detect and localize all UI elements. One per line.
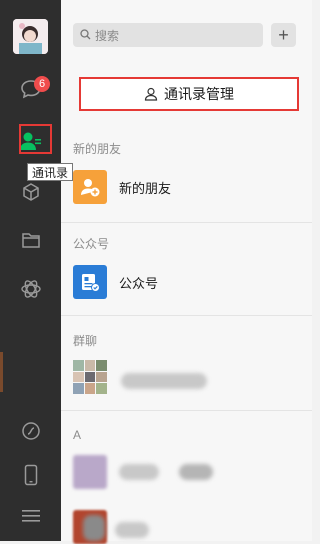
group-chat-item[interactable] — [73, 360, 107, 394]
rail-edge-marker — [0, 352, 3, 392]
official-accounts-item[interactable]: 公众号 — [73, 265, 158, 299]
official-account-icon — [73, 265, 107, 299]
contacts-manage-button[interactable]: 通讯录管理 — [79, 77, 299, 111]
contact-item[interactable] — [73, 455, 107, 489]
phone-icon[interactable] — [14, 458, 48, 492]
menu-icon[interactable] — [14, 499, 48, 533]
folder-icon[interactable] — [14, 223, 48, 257]
mini-programs-icon[interactable] — [14, 272, 48, 306]
user-avatar[interactable] — [13, 19, 48, 54]
divider — [61, 315, 312, 316]
contact-avatar — [73, 455, 107, 489]
contacts-panel: 搜索 + 通讯录管理 新的朋友 新的朋友 公众号 公众号 群聊 A — [61, 0, 312, 544]
blurred-group-name — [121, 373, 207, 389]
section-title-new-friends: 新的朋友 — [73, 142, 122, 156]
add-friend-icon — [73, 170, 107, 204]
person-outline-icon — [144, 87, 158, 101]
search-box[interactable]: 搜索 — [73, 23, 263, 47]
divider — [61, 410, 312, 411]
channels-icon[interactable] — [14, 414, 48, 448]
divider — [61, 222, 312, 223]
contacts-manage-label: 通讯录管理 — [164, 86, 234, 102]
blurred-contact-avatar-overlay — [83, 515, 105, 541]
section-title-group-chats: 群聊 — [73, 334, 98, 348]
search-placeholder: 搜索 — [95, 29, 120, 43]
blurred-contact-name — [115, 522, 149, 538]
contacts-highlight-box — [19, 124, 52, 154]
contacts-tooltip: 通讯录 — [27, 163, 73, 181]
group-avatar — [73, 360, 107, 394]
official-accounts-label: 公众号 — [119, 275, 159, 291]
add-button[interactable]: + — [271, 23, 296, 47]
unread-badge: 6 — [34, 76, 50, 92]
section-title-official-accounts: 公众号 — [73, 237, 110, 251]
search-icon — [80, 29, 91, 40]
new-friends-label: 新的朋友 — [119, 180, 172, 196]
new-friends-item[interactable]: 新的朋友 — [73, 170, 171, 204]
section-title-letter-a: A — [73, 428, 82, 442]
blurred-contact-name — [179, 464, 213, 480]
blurred-contact-name — [119, 464, 159, 480]
left-nav-rail: 6 通讯录 — [0, 0, 73, 541]
